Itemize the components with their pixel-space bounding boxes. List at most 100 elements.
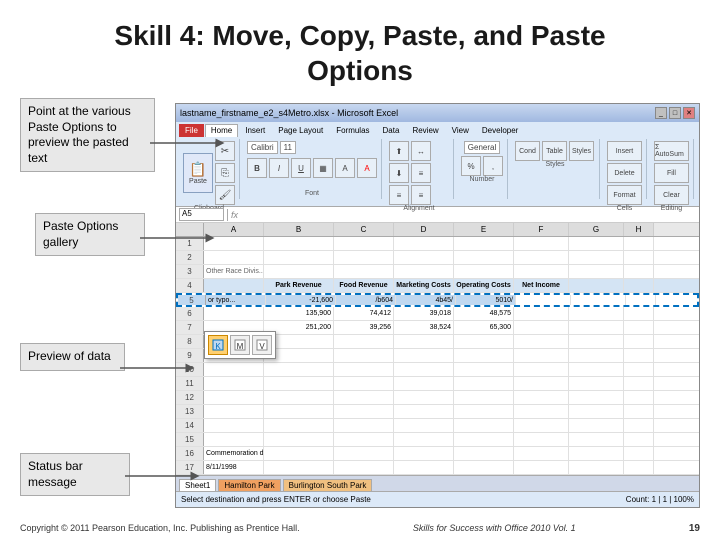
cell-g8[interactable]: [569, 335, 624, 348]
cell-a6[interactable]: [204, 307, 264, 320]
cell-h4[interactable]: [624, 279, 654, 292]
cell-a3[interactable]: Other Race Divis...: [204, 265, 264, 278]
cell-d6[interactable]: 39,018: [394, 307, 454, 320]
cell-h6[interactable]: [624, 307, 654, 320]
fill-button[interactable]: Fill: [654, 163, 689, 183]
cell-g10[interactable]: [569, 363, 624, 376]
cell-g2[interactable]: [569, 251, 624, 264]
cell-c11[interactable]: [334, 377, 394, 390]
cell-a12[interactable]: [204, 391, 264, 404]
cell-c7[interactable]: 39,256: [334, 321, 394, 334]
cell-a16[interactable]: Commemoration date:: [204, 447, 264, 460]
cell-e7[interactable]: 65,300: [454, 321, 514, 334]
cell-h8[interactable]: [624, 335, 654, 348]
cell-d16[interactable]: [394, 447, 454, 460]
align-top-button[interactable]: ⬆: [389, 141, 409, 161]
cell-a15[interactable]: [204, 433, 264, 446]
cell-h11[interactable]: [624, 377, 654, 390]
cell-g5[interactable]: [571, 295, 626, 305]
cell-f15[interactable]: [514, 433, 569, 446]
tab-developer[interactable]: Developer: [476, 124, 524, 137]
align-middle-button[interactable]: ↔: [411, 141, 431, 161]
cell-c5[interactable]: /b604: [336, 295, 396, 305]
cell-d1[interactable]: [394, 237, 454, 250]
align-right-button[interactable]: ≡: [411, 185, 431, 205]
cell-g4[interactable]: [569, 279, 624, 292]
sheet-tab-burlington[interactable]: Burlington South Park: [283, 479, 373, 491]
cell-f17[interactable]: [514, 461, 569, 474]
cell-f1[interactable]: [514, 237, 569, 250]
cell-styles-button[interactable]: Styles: [569, 141, 594, 161]
cell-h15[interactable]: [624, 433, 654, 446]
bold-button[interactable]: B: [247, 158, 267, 178]
font-color-button[interactable]: A: [357, 158, 377, 178]
name-box[interactable]: A5: [179, 208, 224, 221]
col-header-g[interactable]: G: [569, 223, 624, 236]
fill-color-button[interactable]: A: [335, 158, 355, 178]
cell-c15[interactable]: [334, 433, 394, 446]
cell-b1[interactable]: [264, 237, 334, 250]
paste-option-match-dest[interactable]: M: [230, 335, 250, 355]
paste-option-keep-source[interactable]: K: [208, 335, 228, 355]
cell-f16[interactable]: [514, 447, 569, 460]
col-header-d[interactable]: D: [394, 223, 454, 236]
cell-f8[interactable]: [514, 335, 569, 348]
cell-h1[interactable]: [624, 237, 654, 250]
col-header-h[interactable]: H: [624, 223, 654, 236]
cell-c10[interactable]: [334, 363, 394, 376]
col-header-b[interactable]: B: [264, 223, 334, 236]
cell-b16[interactable]: [264, 447, 334, 460]
format-painter-button[interactable]: 🖌: [215, 185, 235, 205]
cell-h10[interactable]: [624, 363, 654, 376]
paste-option-values-only[interactable]: V: [252, 335, 272, 355]
cell-h7[interactable]: [624, 321, 654, 334]
cell-d17[interactable]: [394, 461, 454, 474]
cell-d3[interactable]: [394, 265, 454, 278]
minimize-button[interactable]: _: [655, 107, 667, 119]
cell-g13[interactable]: [569, 405, 624, 418]
tab-data[interactable]: Data: [377, 124, 406, 137]
cell-e2[interactable]: [454, 251, 514, 264]
cell-f4[interactable]: Net Income: [514, 279, 569, 292]
cell-g7[interactable]: [569, 321, 624, 334]
cell-g16[interactable]: [569, 447, 624, 460]
border-button[interactable]: ▦: [313, 158, 333, 178]
cell-h13[interactable]: [624, 405, 654, 418]
cell-d11[interactable]: [394, 377, 454, 390]
clear-button[interactable]: Clear: [654, 185, 689, 205]
cell-a4[interactable]: [204, 279, 264, 292]
cell-g17[interactable]: [569, 461, 624, 474]
cell-c16[interactable]: [334, 447, 394, 460]
cell-e10[interactable]: [454, 363, 514, 376]
cell-e4[interactable]: Operating Costs: [454, 279, 514, 292]
cell-e12[interactable]: [454, 391, 514, 404]
cell-c8[interactable]: [334, 335, 394, 348]
cell-f10[interactable]: [514, 363, 569, 376]
cell-g6[interactable]: [569, 307, 624, 320]
cell-f11[interactable]: [514, 377, 569, 390]
cell-f13[interactable]: [514, 405, 569, 418]
cell-e14[interactable]: [454, 419, 514, 432]
cell-e3[interactable]: [454, 265, 514, 278]
cell-g1[interactable]: [569, 237, 624, 250]
cell-h5[interactable]: [626, 295, 656, 305]
cell-d4[interactable]: Marketing Costs: [394, 279, 454, 292]
number-format-select[interactable]: General: [464, 141, 500, 154]
cell-f12[interactable]: [514, 391, 569, 404]
cell-d10[interactable]: [394, 363, 454, 376]
cell-g14[interactable]: [569, 419, 624, 432]
cell-d5[interactable]: 4b45/: [396, 295, 456, 305]
tab-review[interactable]: Review: [406, 124, 444, 137]
align-center-button[interactable]: ≡: [389, 185, 409, 205]
cell-c3[interactable]: [334, 265, 394, 278]
percent-button[interactable]: %: [461, 156, 481, 176]
cell-e15[interactable]: [454, 433, 514, 446]
font-size-select[interactable]: 11: [280, 141, 296, 154]
cell-f2[interactable]: [514, 251, 569, 264]
cell-g11[interactable]: [569, 377, 624, 390]
cell-e13[interactable]: [454, 405, 514, 418]
paste-button[interactable]: 📋 Paste: [183, 153, 213, 193]
copy-button[interactable]: ⎘: [215, 163, 235, 183]
cell-h12[interactable]: [624, 391, 654, 404]
cell-b10[interactable]: [264, 363, 334, 376]
